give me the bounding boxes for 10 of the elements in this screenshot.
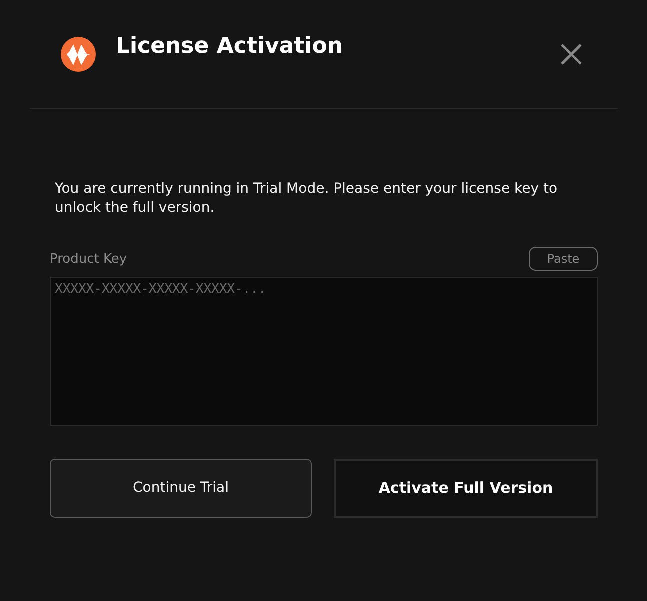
activate-button[interactable]: Activate Full Version: [334, 459, 598, 518]
instruction-text: You are currently running in Trial Mode. Please enter your license key to unlock the full version.: [55, 180, 559, 218]
waveform-logo-icon: [61, 37, 96, 72]
dialog-title: License Activation: [116, 33, 344, 61]
product-key-label: Product Key: [50, 251, 128, 269]
continue-trial-button[interactable]: Continue Trial: [50, 459, 312, 518]
close-icon: [561, 44, 582, 65]
product-key-field[interactable]: XXXXX-XXXXX-XXXXX-XXXXX-...: [50, 277, 598, 426]
paste-button[interactable]: Paste: [529, 247, 598, 271]
close-button[interactable]: [561, 44, 582, 65]
